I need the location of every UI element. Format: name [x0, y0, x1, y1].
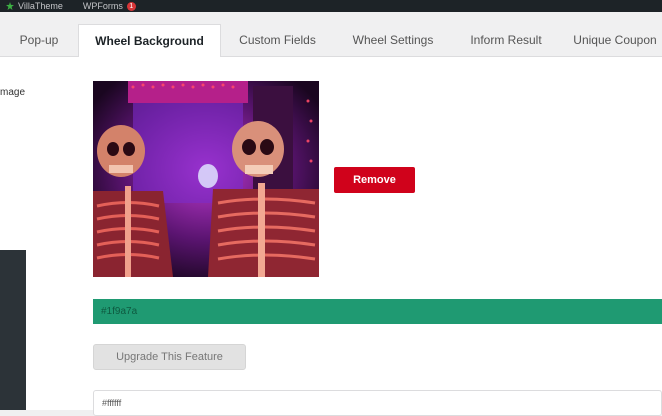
side-dark-block: [0, 250, 26, 410]
background-image-preview: [93, 81, 319, 277]
background-color-value: #1f9a7a: [101, 306, 138, 317]
tab-pop-up[interactable]: Pop-up: [0, 24, 78, 57]
tab-unique-coupon[interactable]: Unique Coupon: [560, 24, 662, 57]
color-text-input[interactable]: [93, 390, 662, 416]
admin-bar-villatheme-label: VillaTheme: [18, 1, 63, 11]
skeleton-photo: [93, 81, 319, 277]
tab-inform-result[interactable]: Inform Result: [452, 24, 560, 57]
tab-wheel-settings[interactable]: Wheel Settings: [334, 24, 452, 57]
admin-bar-wpforms[interactable]: WPForms 1: [83, 0, 136, 12]
wheel-background-panel: mage Remove #1f9a7a Upgrade This Feature…: [0, 57, 662, 416]
image-field-label: mage: [0, 87, 26, 98]
admin-bar-wpforms-label: WPForms: [82, 1, 123, 11]
settings-tabs: Pop-up Wheel Background Custom Fields Wh…: [0, 24, 662, 58]
tab-custom-fields[interactable]: Custom Fields: [221, 24, 334, 57]
upgrade-feature-button[interactable]: Upgrade This Feature: [93, 344, 246, 370]
admin-bar-villatheme[interactable]: VillaTheme: [6, 0, 63, 12]
tab-wheel-background[interactable]: Wheel Background: [78, 24, 221, 58]
background-color-picker[interactable]: #1f9a7a: [93, 299, 662, 324]
remove-image-button[interactable]: Remove: [334, 167, 415, 193]
notification-badge: 1: [126, 1, 136, 11]
admin-bar: VillaTheme WPForms 1: [0, 0, 662, 12]
star-icon: [6, 2, 14, 10]
